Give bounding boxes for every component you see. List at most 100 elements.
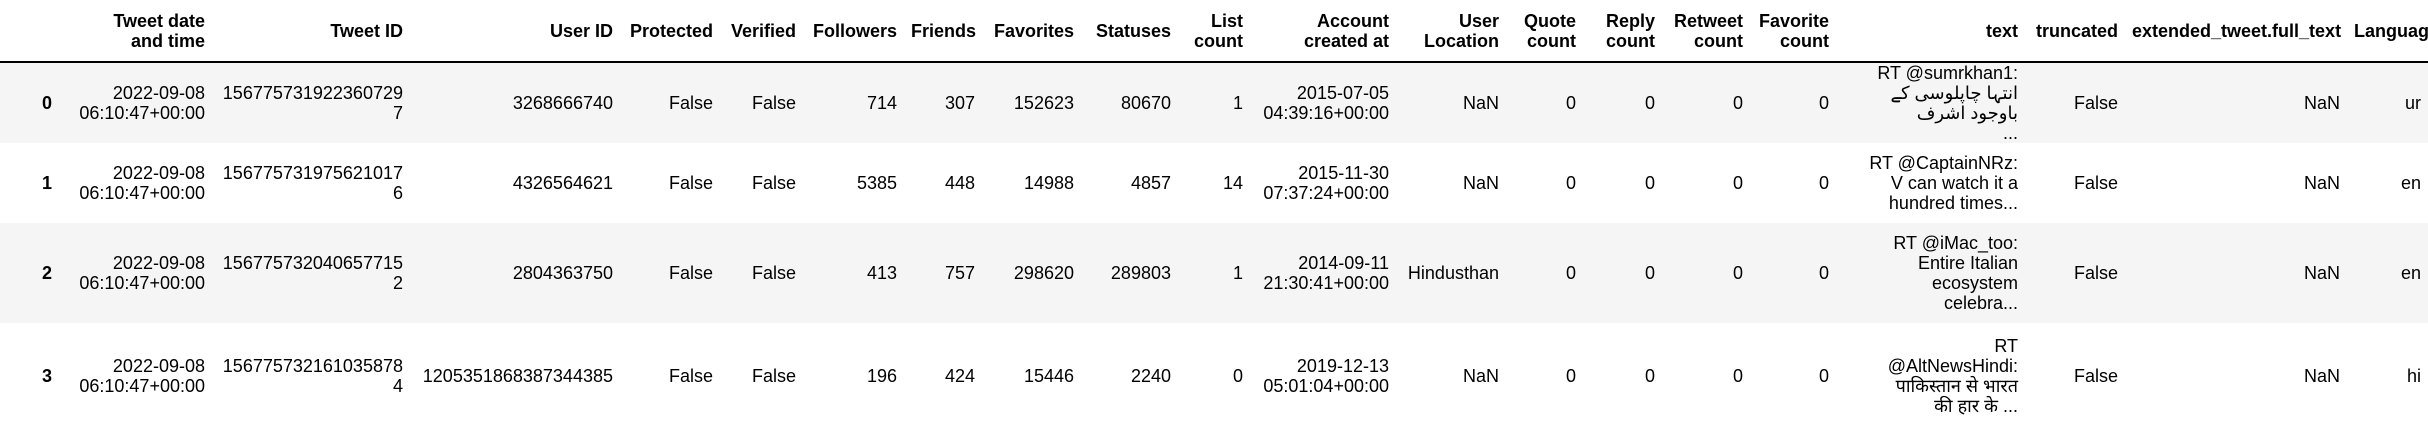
cell-retweet-count: 0 — [1732, 93, 1743, 113]
header-favorite-count: Favorite count — [1750, 0, 1836, 63]
cell-verified: False — [751, 263, 796, 283]
cell-user-location: NaN — [1462, 93, 1499, 113]
cell-tweet-date: 2022-09-08 06:10:47+00:00 — [79, 356, 205, 396]
header-user-id: User ID — [410, 0, 620, 63]
cell-followers: 714 — [866, 93, 897, 113]
cell-followers: 413 — [866, 263, 897, 283]
header-text: text — [1836, 0, 2025, 63]
header-retweet-count: Retweet count — [1662, 0, 1750, 63]
cell-text: RT @CaptainNRz: V can watch it a hundred t… — [1869, 153, 2018, 213]
header-quote-count: Quote count — [1506, 0, 1583, 63]
header-tweet-id: Tweet ID — [212, 0, 410, 63]
cell-language: en — [2400, 263, 2421, 283]
header-user-location: User Location — [1396, 0, 1506, 63]
header-extended-tweet: extended_tweet.full_text — [2125, 0, 2347, 63]
cell-followers: 5385 — [856, 173, 897, 193]
cell-truncated: False — [2073, 263, 2118, 283]
cell-favorite-count: 0 — [1818, 93, 1829, 113]
row-index: 1 — [41, 173, 52, 193]
cell-reply-count: 0 — [1644, 366, 1655, 386]
cell-quote-count: 0 — [1565, 173, 1576, 193]
cell-tweet-date: 2022-09-08 06:10:47+00:00 — [79, 253, 205, 293]
cell-text: RT @sumrkhan1: انتہا چاپلوسی کے باوجود اشر… — [1877, 63, 2018, 143]
cell-user-id: 4326564621 — [512, 173, 613, 193]
cell-retweet-count: 0 — [1732, 263, 1743, 283]
cell-truncated: False — [2073, 366, 2118, 386]
cell-friends: 424 — [944, 366, 975, 386]
cell-account-created: 2015-07-05 04:39:16+00:00 — [1263, 83, 1389, 123]
dataframe-table: Tweet date and time Tweet ID User ID Prot… — [0, 0, 2428, 429]
cell-list-count: 14 — [1222, 173, 1243, 193]
cell-quote-count: 0 — [1565, 93, 1576, 113]
cell-account-created: 2015-11-30 07:37:24+00:00 — [1263, 163, 1389, 203]
cell-statuses: 4857 — [1130, 173, 1171, 193]
cell-list-count: 1 — [1232, 93, 1243, 113]
cell-friends: 757 — [944, 263, 975, 283]
cell-reply-count: 0 — [1644, 263, 1655, 283]
header-favorites: Favorites — [982, 0, 1081, 63]
cell-truncated: False — [2073, 173, 2118, 193]
cell-quote-count: 0 — [1565, 366, 1576, 386]
cell-retweet-count: 0 — [1732, 366, 1743, 386]
cell-user-id: 3268666740 — [512, 93, 613, 113]
cell-protected: False — [668, 93, 713, 113]
cell-tweet-id: 1567757320406577152 — [222, 253, 403, 293]
cell-extended-tweet: NaN — [2303, 173, 2340, 193]
cell-favorite-count: 0 — [1818, 263, 1829, 283]
header-friends: Friends — [904, 0, 982, 63]
cell-user-location: NaN — [1462, 173, 1499, 193]
table-body: 0 2022-09-08 06:10:47+00:00 1567757319223… — [0, 62, 2428, 429]
cell-user-id: 2804363750 — [512, 263, 613, 283]
cell-list-count: 1 — [1232, 263, 1243, 283]
cell-favorites: 298620 — [1013, 263, 1074, 283]
header-index — [0, 0, 62, 63]
table-row: 2 2022-09-08 06:10:47+00:00 1567757320406… — [0, 223, 2428, 323]
header-language: Language — [2347, 0, 2428, 63]
cell-protected: False — [668, 173, 713, 193]
cell-tweet-date: 2022-09-08 06:10:47+00:00 — [79, 163, 205, 203]
table-row: 1 2022-09-08 06:10:47+00:00 1567757319756… — [0, 143, 2428, 223]
cell-tweet-id: 1567757319223607297 — [222, 83, 403, 123]
header-reply-count: Reply count — [1583, 0, 1662, 63]
header-statuses: Statuses — [1081, 0, 1178, 63]
cell-text: RT @AltNewsHindi: पाकिस्तान से भारत की हार … — [1887, 336, 2018, 416]
cell-favorites: 152623 — [1013, 93, 1074, 113]
table-row: 3 2022-09-08 06:10:47+00:00 1567757321610… — [0, 323, 2428, 429]
cell-retweet-count: 0 — [1732, 173, 1743, 193]
cell-list-count: 0 — [1232, 366, 1243, 386]
cell-favorite-count: 0 — [1818, 366, 1829, 386]
table-header: Tweet date and time Tweet ID User ID Prot… — [0, 0, 2428, 63]
header-verified: Verified — [720, 0, 803, 63]
cell-protected: False — [668, 263, 713, 283]
cell-account-created: 2014-09-11 21:30:41+00:00 — [1263, 253, 1389, 293]
cell-user-location: NaN — [1462, 366, 1499, 386]
row-index: 2 — [41, 263, 52, 283]
cell-protected: False — [668, 366, 713, 386]
cell-language: ur — [2404, 93, 2421, 113]
cell-tweet-id: 1567757319756210176 — [222, 163, 403, 203]
cell-reply-count: 0 — [1644, 173, 1655, 193]
header-list-count: List count — [1178, 0, 1250, 63]
cell-followers: 196 — [866, 366, 897, 386]
cell-account-created: 2019-12-13 05:01:04+00:00 — [1263, 356, 1389, 396]
header-row: Tweet date and time Tweet ID User ID Prot… — [0, 0, 2428, 63]
row-index: 3 — [41, 366, 52, 386]
header-account-created: Account created at — [1250, 0, 1396, 63]
cell-quote-count: 0 — [1565, 263, 1576, 283]
cell-tweet-date: 2022-09-08 06:10:47+00:00 — [79, 83, 205, 123]
cell-user-id: 1205351868387344385 — [422, 366, 613, 386]
cell-reply-count: 0 — [1644, 93, 1655, 113]
header-followers: Followers — [803, 0, 904, 63]
cell-statuses: 289803 — [1110, 263, 1171, 283]
cell-favorites: 14988 — [1023, 173, 1074, 193]
cell-verified: False — [751, 173, 796, 193]
cell-statuses: 2240 — [1130, 366, 1171, 386]
cell-tweet-id: 1567757321610358784 — [222, 356, 403, 396]
cell-language: hi — [2406, 366, 2421, 386]
cell-friends: 448 — [944, 173, 975, 193]
cell-verified: False — [751, 93, 796, 113]
cell-friends: 307 — [944, 93, 975, 113]
row-index: 0 — [41, 93, 52, 113]
header-tweet-date: Tweet date and time — [62, 0, 212, 63]
cell-statuses: 80670 — [1120, 93, 1171, 113]
